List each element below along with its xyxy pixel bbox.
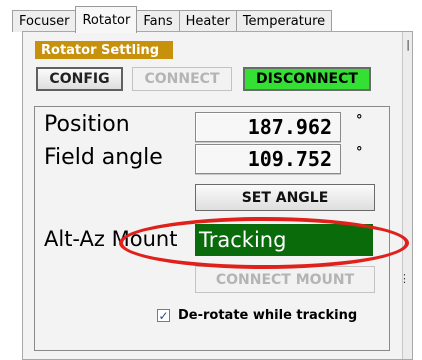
tab-fans[interactable]: Fans [136,10,180,32]
set-angle-button[interactable]: SET ANGLE [195,184,375,211]
connect-mount-button[interactable]: CONNECT MOUNT [195,266,375,293]
derotate-option[interactable]: ✓ De-rotate while tracking [157,308,357,323]
rotator-panel: | ⋮ Rotator Settling CONFIG CONNECT DISC… [22,31,413,360]
rotator-settling-label: Rotator Settling [35,41,173,59]
position-value: 187.962 [195,112,341,142]
strip-mark-icon: | [406,38,410,51]
highlight-ellipse [119,217,409,269]
disconnect-button[interactable]: DISCONNECT [243,67,371,91]
connect-button[interactable]: CONNECT [132,67,232,91]
field-angle-label: Field angle [44,145,163,170]
derotate-checkbox[interactable]: ✓ [157,309,170,322]
tab-focuser[interactable]: Focuser [12,10,77,32]
tab-strip: Focuser Rotator Fans Heater Temperature [12,6,333,33]
position-degree-unit: ° [356,113,363,128]
position-label: Position [44,112,130,137]
derotate-label: De-rotate while tracking [178,308,358,323]
config-button[interactable]: CONFIG [36,67,123,91]
panel-scrollbar[interactable]: | ⋮ [399,32,412,359]
tab-rotator[interactable]: Rotator [75,6,138,33]
field-angle-degree-unit: ° [356,145,363,160]
tab-heater[interactable]: Heater [178,10,237,32]
strip-mark-icon: ⋮ [399,272,410,285]
field-angle-value: 109.752 [195,144,341,174]
tab-temperature[interactable]: Temperature [235,10,333,32]
